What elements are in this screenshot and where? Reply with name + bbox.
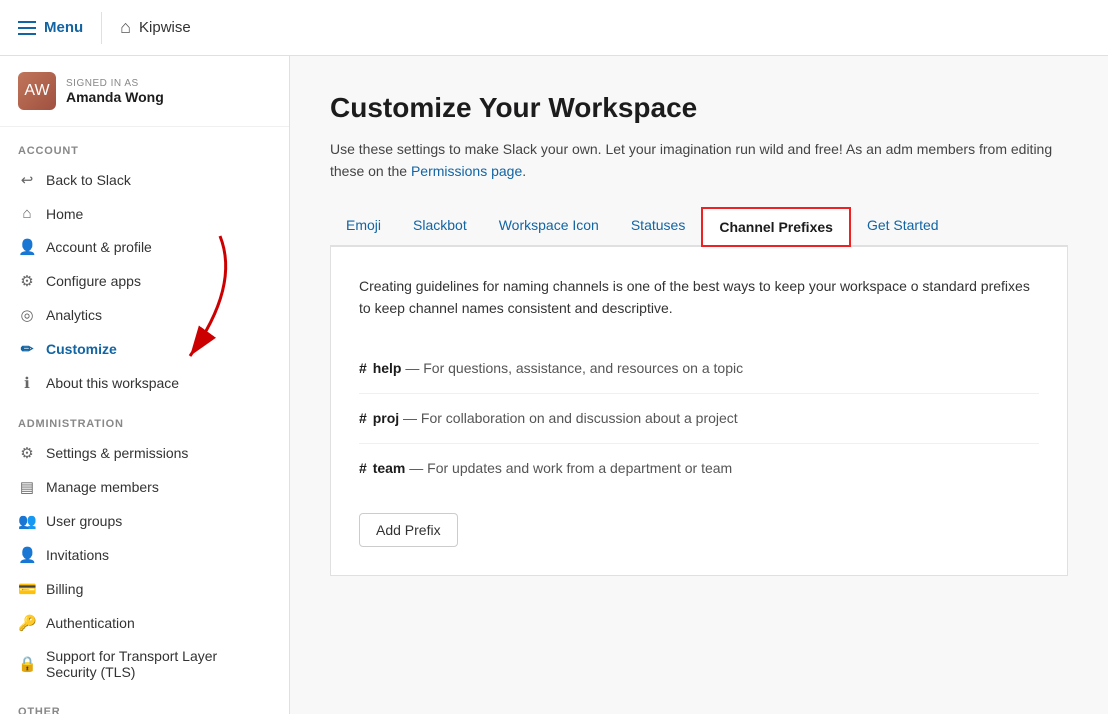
sidebar-item-invitations[interactable]: 👤 Invitations xyxy=(0,538,289,572)
sidebar-item-label: Account & profile xyxy=(46,239,152,255)
sidebar-item-label: Support for Transport Layer Security (TL… xyxy=(46,648,271,680)
sidebar-item-label: Billing xyxy=(46,581,83,597)
home-sidebar-icon: ⌂ xyxy=(18,205,36,222)
sidebar-item-account-profile[interactable]: 👤 Account & profile xyxy=(0,230,289,264)
sidebar-item-user-groups[interactable]: 👥 User groups xyxy=(0,504,289,538)
avatar-image: AW xyxy=(18,72,56,110)
back-icon: ↩ xyxy=(18,171,36,189)
prefix-name: team xyxy=(373,460,406,476)
sidebar-item-label: Configure apps xyxy=(46,273,141,289)
sidebar-item-billing[interactable]: 💳 Billing xyxy=(0,572,289,606)
hash-icon: # xyxy=(359,360,367,376)
tab-get-started[interactable]: Get Started xyxy=(851,207,955,247)
sidebar-item-label: Home xyxy=(46,206,83,222)
prefix-item-help: # help — For questions, assistance, and … xyxy=(359,344,1039,394)
add-prefix-button[interactable]: Add Prefix xyxy=(359,513,458,547)
prefix-description: For questions, assistance, and resources… xyxy=(423,360,743,376)
sidebar-item-analytics[interactable]: ◎ Analytics xyxy=(0,298,289,332)
sidebar-item-label: Settings & permissions xyxy=(46,445,188,461)
sidebar-item-label: Customize xyxy=(46,341,117,357)
page-description: Use these settings to make Slack your ow… xyxy=(330,138,1068,183)
prefix-description: For updates and work from a department o… xyxy=(427,460,732,476)
sidebar-item-label: Invitations xyxy=(46,547,109,563)
prefix-item-proj: # proj — For collaboration on and discus… xyxy=(359,394,1039,444)
hamburger-icon xyxy=(18,21,36,35)
sidebar-item-tls[interactable]: 🔒 Support for Transport Layer Security (… xyxy=(0,640,289,688)
customize-tabs: Emoji Slackbot Workspace Icon Statuses C… xyxy=(330,207,1068,247)
sidebar-item-configure-apps[interactable]: ⚙ Configure apps xyxy=(0,264,289,298)
prefix-item-team: # team — For updates and work from a dep… xyxy=(359,444,1039,493)
page-title: Customize Your Workspace xyxy=(330,92,1068,124)
profile-name: Amanda Wong xyxy=(66,89,164,105)
home-nav[interactable]: ⌂ Kipwise xyxy=(102,17,209,38)
permissions-link[interactable]: Permissions page xyxy=(411,163,522,179)
sidebar-item-label: Analytics xyxy=(46,307,102,323)
sidebar-item-settings-permissions[interactable]: ⚙ Settings & permissions xyxy=(0,436,289,470)
menu-button[interactable]: Menu xyxy=(0,0,101,55)
sidebar: AW SIGNED IN AS Amanda Wong ACCOUNT ↩ Ba… xyxy=(0,56,290,714)
apps-icon: ⚙ xyxy=(18,272,36,290)
profile-icon: 👤 xyxy=(18,238,36,256)
prefix-description: For collaboration on and discussion abou… xyxy=(421,410,738,426)
tab-channel-prefixes[interactable]: Channel Prefixes xyxy=(701,207,851,247)
sidebar-item-about-workspace[interactable]: ℹ About this workspace xyxy=(0,366,289,400)
sidebar-item-label: About this workspace xyxy=(46,375,179,391)
home-icon: ⌂ xyxy=(120,17,131,38)
menu-label: Menu xyxy=(44,19,83,36)
prefix-separator: — xyxy=(409,460,427,476)
sidebar-item-manage-members[interactable]: ▤ Manage members xyxy=(0,470,289,504)
panel-description: Creating guidelines for naming channels … xyxy=(359,275,1039,320)
tab-emoji[interactable]: Emoji xyxy=(330,207,397,247)
tab-workspace-icon[interactable]: Workspace Icon xyxy=(483,207,615,247)
user-profile: AW SIGNED IN AS Amanda Wong xyxy=(0,56,289,127)
prefix-name: proj xyxy=(373,410,399,426)
profile-info: SIGNED IN AS Amanda Wong xyxy=(66,78,164,105)
customize-icon: ✏ xyxy=(18,340,36,358)
sidebar-item-home[interactable]: ⌂ Home xyxy=(0,197,289,230)
info-icon: ℹ xyxy=(18,374,36,392)
members-icon: ▤ xyxy=(18,478,36,496)
lock-icon: 🔒 xyxy=(18,655,36,673)
content-inner: Customize Your Workspace Use these setti… xyxy=(290,56,1108,636)
sidebar-item-label: User groups xyxy=(46,513,122,529)
billing-icon: 💳 xyxy=(18,580,36,598)
channel-prefixes-panel: Creating guidelines for naming channels … xyxy=(330,247,1068,576)
analytics-icon: ◎ xyxy=(18,306,36,324)
sidebar-item-label: Authentication xyxy=(46,615,135,631)
sidebar-item-customize[interactable]: ✏ Customize xyxy=(0,332,289,366)
prefix-list: # help — For questions, assistance, and … xyxy=(359,344,1039,493)
hash-icon: # xyxy=(359,410,367,426)
prefix-separator: — xyxy=(405,360,423,376)
other-section-label: OTHER xyxy=(0,688,289,714)
administration-section-label: ADMINISTRATION xyxy=(0,400,289,436)
invite-icon: 👤 xyxy=(18,546,36,564)
signed-in-as-label: SIGNED IN AS xyxy=(66,78,164,89)
avatar: AW xyxy=(18,72,56,110)
sidebar-item-label: Back to Slack xyxy=(46,172,131,188)
sidebar-item-back-to-slack[interactable]: ↩ Back to Slack xyxy=(0,163,289,197)
groups-icon: 👥 xyxy=(18,512,36,530)
topbar: Menu ⌂ Kipwise xyxy=(0,0,1108,56)
account-section-label: ACCOUNT xyxy=(0,127,289,163)
sidebar-item-authentication[interactable]: 🔑 Authentication xyxy=(0,606,289,640)
main-area: AW SIGNED IN AS Amanda Wong ACCOUNT ↩ Ba… xyxy=(0,56,1108,714)
hash-icon: # xyxy=(359,460,367,476)
tab-slackbot[interactable]: Slackbot xyxy=(397,207,483,247)
tab-statuses[interactable]: Statuses xyxy=(615,207,701,247)
sidebar-item-label: Manage members xyxy=(46,479,159,495)
main-content: Customize Your Workspace Use these setti… xyxy=(290,56,1108,714)
prefix-name: help xyxy=(373,360,402,376)
prefix-separator: — xyxy=(403,410,421,426)
workspace-name: Kipwise xyxy=(139,19,191,36)
auth-icon: 🔑 xyxy=(18,614,36,632)
settings-icon: ⚙ xyxy=(18,444,36,462)
